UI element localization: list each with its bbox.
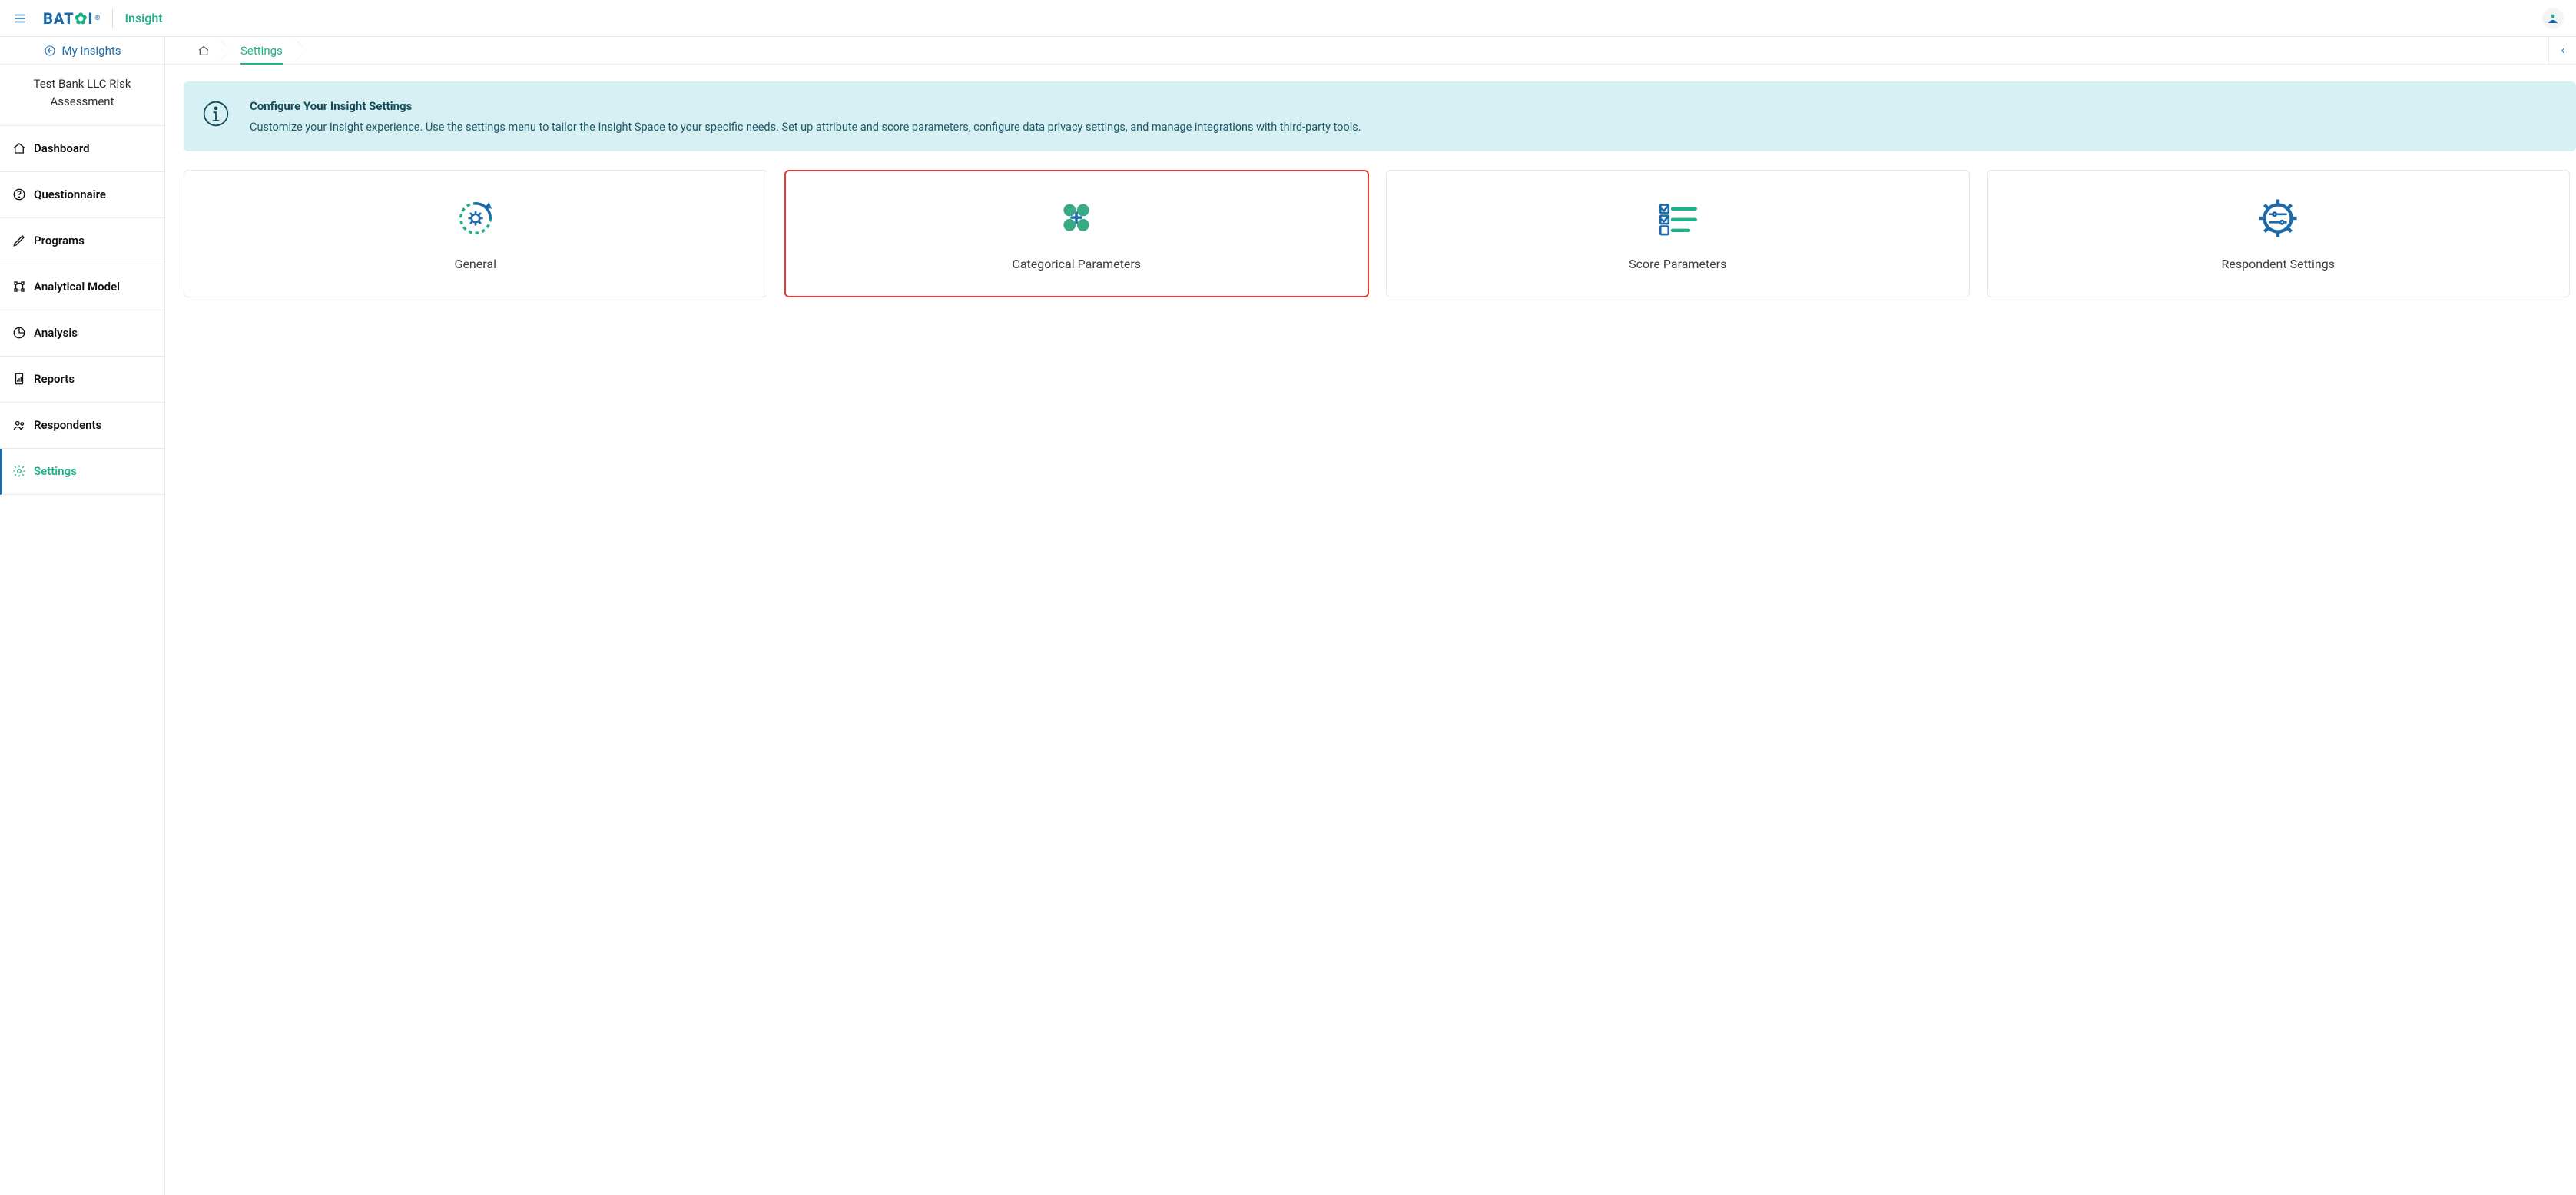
back-arrow-icon — [44, 45, 56, 57]
user-avatar[interactable] — [2542, 8, 2564, 29]
my-insights-label: My Insights — [62, 44, 121, 58]
sidebar-item-label: Analytical Model — [34, 280, 120, 294]
brand-text: BAT — [43, 9, 75, 28]
sidebar-item-reports[interactable]: Reports — [0, 357, 164, 403]
settings-cards: General Categorical Parameters — [184, 170, 2576, 297]
sidebar-item-label: Respondents — [34, 418, 101, 432]
info-icon — [202, 100, 230, 128]
brand-text-suffix: I — [88, 9, 93, 28]
content: Configure Your Insight Settings Customiz… — [165, 65, 2576, 314]
nodes-icon — [12, 280, 26, 294]
info-title: Configure Your Insight Settings — [250, 97, 1361, 115]
workspace-title: Test Bank LLC Risk Assessment — [0, 65, 164, 126]
brand-logo: BAT✿I® — [43, 9, 101, 28]
sliders-gear-icon — [2256, 197, 2299, 240]
sidebar-item-label: Settings — [34, 464, 77, 478]
sidebar-item-dashboard[interactable]: Dashboard — [0, 126, 164, 172]
card-label: Categorical Parameters — [1012, 257, 1141, 271]
card-score-parameters[interactable]: Score Parameters — [1386, 170, 1970, 297]
sidebar-item-questionnaire[interactable]: Questionnaire — [0, 172, 164, 218]
breadcrumb-current-label: Settings — [240, 44, 283, 58]
sidebar-item-label: Programs — [34, 234, 85, 247]
brand-leaf-icon: ✿ — [75, 9, 88, 28]
breadcrumb-home[interactable] — [184, 37, 224, 64]
users-icon — [12, 418, 26, 432]
sidebar-item-analytical-model[interactable]: Analytical Model — [0, 264, 164, 310]
info-body: Customize your Insight experience. Use t… — [250, 118, 1361, 136]
sidebar-item-label: Dashboard — [34, 141, 90, 155]
brand[interactable]: BAT✿I® Insight — [43, 8, 163, 28]
pie-icon — [12, 326, 26, 340]
brand-separator — [112, 8, 113, 28]
sidebar-item-label: Analysis — [34, 326, 78, 340]
sidebar-item-programs[interactable]: Programs — [0, 218, 164, 264]
breadcrumb-active-underline — [240, 63, 283, 65]
card-label: Score Parameters — [1629, 257, 1726, 271]
topbar: BAT✿I® Insight — [0, 0, 2576, 37]
my-insights-link[interactable]: My Insights — [0, 37, 164, 65]
breadcrumb: Settings — [165, 37, 2576, 65]
card-label: General — [455, 257, 496, 271]
question-circle-icon — [12, 188, 26, 201]
sidebar: My Insights Test Bank LLC Risk Assessmen… — [0, 37, 165, 1195]
brand-registered-icon: ® — [94, 15, 101, 22]
menu-toggle-icon[interactable] — [11, 9, 29, 28]
info-text: Configure Your Insight Settings Customiz… — [250, 97, 1361, 136]
card-general[interactable]: General — [184, 170, 767, 297]
sidebar-item-label: Questionnaire — [34, 188, 106, 201]
triangle-left-icon — [2558, 46, 2568, 55]
gear-icon — [12, 464, 26, 478]
breadcrumb-current[interactable]: Settings — [224, 37, 300, 64]
info-banner: Configure Your Insight Settings Customiz… — [184, 81, 2576, 151]
report-icon — [12, 372, 26, 386]
home-icon — [12, 141, 26, 155]
card-respondent-settings[interactable]: Respondent Settings — [1987, 170, 2571, 297]
cluster-plus-icon — [1055, 197, 1098, 240]
checklist-icon — [1656, 197, 1699, 240]
brand-app-name: Insight — [125, 11, 163, 25]
card-categorical-parameters[interactable]: Categorical Parameters — [784, 170, 1370, 297]
home-icon — [197, 45, 210, 57]
sidebar-item-label: Reports — [34, 372, 75, 386]
sidebar-item-settings[interactable]: Settings — [0, 449, 164, 495]
main: Settings Configure Your Insight Settings… — [165, 37, 2576, 1195]
refresh-gear-icon — [454, 197, 497, 240]
card-label: Respondent Settings — [2221, 257, 2335, 271]
sidebar-item-analysis[interactable]: Analysis — [0, 310, 164, 357]
sidebar-item-respondents[interactable]: Respondents — [0, 403, 164, 449]
breadcrumb-collapse[interactable] — [2548, 37, 2576, 64]
pen-icon — [12, 234, 26, 247]
